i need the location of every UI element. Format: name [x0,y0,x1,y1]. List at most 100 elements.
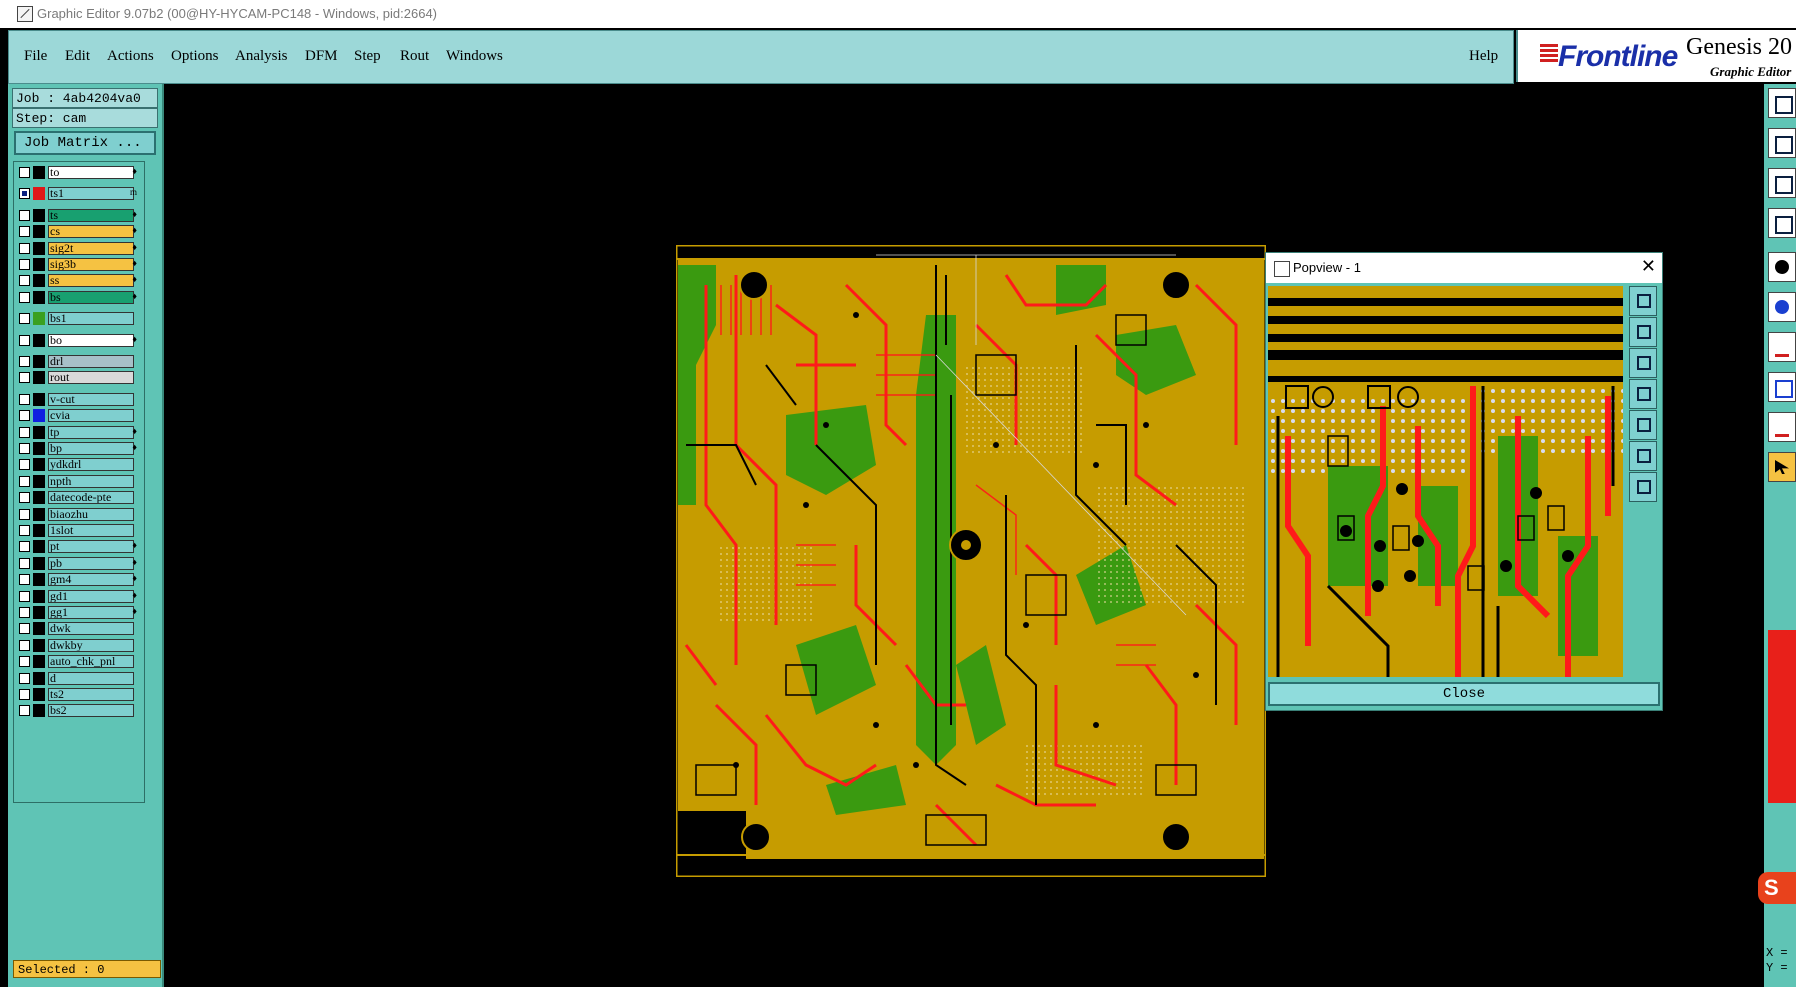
popview-tool-3-icon[interactable] [1629,348,1657,378]
popview-tool-4-icon[interactable] [1629,379,1657,409]
layer-name[interactable]: ts [48,208,134,222]
popview-close-button[interactable]: Close [1268,682,1660,706]
layer-checkbox[interactable] [19,226,30,238]
layer-row-gm4[interactable]: gm4 ♦ [16,573,140,587]
layer-name[interactable]: to [48,166,134,179]
popview-tool-7-icon[interactable] [1629,472,1657,502]
popview-tool-5-icon[interactable] [1629,410,1657,440]
layer-row-rout[interactable]: rout [16,371,140,385]
layer-row-auto_chk_pnl[interactable]: auto_chk_pnl [16,655,140,669]
menu-actions[interactable]: Actions [107,48,154,65]
menu-windows[interactable]: Windows [446,48,503,65]
layer-color-swatch[interactable] [33,442,45,455]
layer-checkbox[interactable] [19,443,30,454]
layer-row-biaozhu[interactable]: biaozhu [16,507,140,521]
layer-checkbox[interactable] [19,209,30,221]
tool-8-icon[interactable] [1768,372,1796,402]
layer-name[interactable]: bo [48,333,134,347]
layer-name[interactable]: tp [48,425,134,439]
layer-name[interactable]: ts2 [48,688,134,701]
layer-checkbox[interactable] [19,525,30,536]
layer-name[interactable]: ss [48,274,134,288]
layer-name[interactable]: dwkby [48,638,134,652]
layer-row-bp[interactable]: bp ♦ [16,442,140,455]
layer-color-swatch[interactable] [33,655,45,669]
layer-color-swatch[interactable] [33,425,45,439]
layer-row-dwkby[interactable]: dwkby [16,638,140,652]
layer-color-swatch[interactable] [33,671,45,685]
layer-color-swatch[interactable] [33,258,45,271]
layer-checkbox[interactable] [19,459,30,471]
popview-zoom-view[interactable] [1268,286,1623,677]
layer-color-swatch[interactable] [33,556,45,570]
popview-tool-6-icon[interactable] [1629,441,1657,471]
layer-row-cvia[interactable]: cvia [16,409,140,423]
menu-analysis[interactable]: Analysis [235,48,288,65]
layer-name[interactable]: bs1 [48,312,134,326]
layer-name[interactable]: 1slot [48,524,134,537]
layer-color-swatch[interactable] [33,622,45,636]
layer-name[interactable]: pt [48,540,134,554]
layer-name[interactable]: v-cut [48,392,134,406]
layer-name[interactable]: sig2t [48,241,134,255]
layer-name[interactable]: npth [48,474,134,488]
layer-name[interactable]: drl [48,355,134,368]
input-method-icon[interactable]: S [1758,872,1796,904]
layer-row-bs[interactable]: bs ♦ [16,290,140,304]
layer-row-d[interactable]: d [16,671,140,685]
menu-edit[interactable]: Edit [65,48,90,65]
layer-name[interactable]: auto_chk_pnl [48,655,134,669]
layer-checkbox[interactable] [19,372,30,384]
layer-row-datecode-pte[interactable]: datecode-pte [16,491,140,505]
tool-6-icon[interactable] [1768,292,1796,322]
layer-name[interactable]: pb [48,556,134,570]
tool-4-icon[interactable] [1768,208,1796,238]
layer-color-swatch[interactable] [33,312,45,326]
layer-row-pb[interactable]: pb ♦ [16,556,140,570]
layer-name[interactable]: sig3b [48,258,134,271]
popview-tool-1-icon[interactable] [1629,286,1657,316]
layer-name[interactable]: dwk [48,622,134,636]
layer-name[interactable]: d [48,671,134,685]
layer-checkbox[interactable] [19,607,30,618]
layer-row-cs[interactable]: cs ♦ [16,225,140,239]
menu-file[interactable]: File [24,48,47,65]
layer-row-tp[interactable]: tp ♦ [16,425,140,439]
tool-5-icon[interactable] [1768,252,1796,282]
layer-color-swatch[interactable] [33,392,45,406]
tool-7-icon[interactable] [1768,332,1796,362]
layer-name[interactable]: gm4 [48,573,134,587]
layer-checkbox[interactable] [19,656,30,668]
layer-color-swatch[interactable] [33,540,45,554]
layer-checkbox[interactable] [19,672,30,684]
layer-color-swatch[interactable] [33,208,45,222]
layer-checkbox[interactable] [19,492,30,504]
layer-checkbox[interactable] [19,541,30,553]
pcb-board-view[interactable] [676,245,1266,877]
layer-row-drl[interactable]: drl [16,355,140,368]
layer-row-ts1[interactable]: ts1 m [16,187,140,201]
layer-color-swatch[interactable] [33,491,45,505]
job-matrix-button[interactable]: Job Matrix ... [14,131,156,155]
layer-row-pt[interactable]: pt ♦ [16,540,140,554]
layer-checkbox[interactable] [19,188,30,200]
layer-row-ts2[interactable]: ts2 [16,688,140,701]
layer-color-swatch[interactable] [33,524,45,537]
layer-row-bs1[interactable]: bs1 [16,312,140,326]
layer-color-swatch[interactable] [33,474,45,488]
layer-color-swatch[interactable] [33,606,45,619]
layer-color-swatch[interactable] [33,274,45,288]
layer-checkbox[interactable] [19,410,30,422]
layer-color-swatch[interactable] [33,688,45,701]
layer-checkbox[interactable] [19,623,30,635]
layer-color-swatch[interactable] [33,704,45,718]
layer-name[interactable]: ydkdrl [48,458,134,472]
close-icon[interactable]: ✕ [1641,256,1656,277]
layer-checkbox[interactable] [19,557,30,569]
layer-row-bo[interactable]: bo ♦ [16,333,140,347]
layer-checkbox[interactable] [19,475,30,487]
layer-checkbox[interactable] [19,356,30,367]
layer-color-swatch[interactable] [33,638,45,652]
layer-row-sig3b[interactable]: sig3b ♦ [16,258,140,271]
layer-row-to[interactable]: to ♦ [16,166,140,179]
